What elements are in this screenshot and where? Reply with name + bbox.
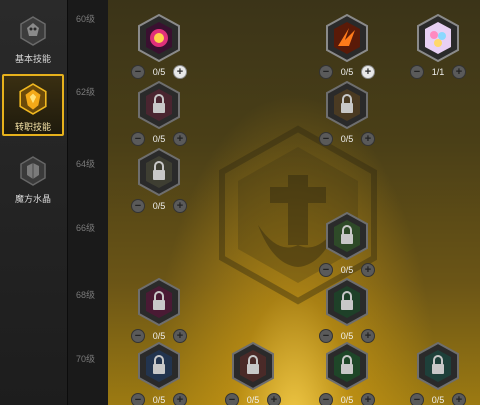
decrease-skill-button[interactable]: − — [319, 263, 333, 277]
skill-node[interactable]: − 0/5 + — [319, 14, 375, 84]
level-column: 60级 62级 64级 66级 68级 70级 — [68, 0, 108, 405]
increase-skill-button[interactable]: + — [172, 199, 187, 213]
skill-node[interactable]: − 0/5 + — [131, 81, 187, 151]
cube-crest-icon — [16, 154, 50, 188]
sidebar-item-label: 魔方水晶 — [14, 194, 51, 204]
increase-skill-button[interactable]: + — [360, 132, 375, 146]
level-label: 66级 — [76, 223, 96, 233]
skill-level-count: 0/5 — [431, 395, 445, 405]
decrease-skill-button[interactable]: − — [319, 132, 333, 146]
decrease-skill-button[interactable]: − — [319, 65, 333, 79]
increase-skill-button[interactable]: + — [451, 393, 466, 405]
level-label: 60级 — [76, 14, 96, 24]
skill-level-count: 0/5 — [152, 134, 166, 144]
skill-level-count: 0/5 — [152, 201, 166, 211]
lock-icon — [417, 342, 459, 390]
increase-skill-button[interactable]: + — [360, 263, 375, 277]
skill-level-count: 0/5 — [340, 395, 354, 405]
lock-icon — [326, 81, 368, 129]
skill-level-count: 1/1 — [431, 67, 445, 77]
sidebar-item-class-skills[interactable]: 转职技能 — [2, 74, 64, 136]
skill-node[interactable]: − 1/1 + — [410, 14, 466, 84]
sidebar-item-cube-crystal[interactable]: 魔方水晶 — [2, 148, 64, 210]
lock-icon — [326, 342, 368, 390]
category-sidebar: 基本技能 转职技能 魔方水晶 — [0, 0, 68, 405]
skill-level-count: 0/5 — [340, 67, 354, 77]
skill-node[interactable]: − 0/5 + — [319, 212, 375, 282]
skill-level-count: 0/5 — [340, 265, 354, 275]
skill-node[interactable]: − 0/5 + — [131, 14, 187, 84]
decrease-skill-button[interactable]: − — [225, 393, 239, 405]
lock-icon — [138, 342, 180, 390]
decrease-skill-button[interactable]: − — [131, 65, 145, 79]
lock-icon — [138, 81, 180, 129]
level-label: 64级 — [76, 159, 96, 169]
decrease-skill-button[interactable]: − — [131, 132, 145, 146]
increase-skill-button[interactable]: + — [360, 329, 375, 343]
decrease-skill-button[interactable]: − — [131, 199, 145, 213]
sidebar-item-label: 基本技能 — [14, 54, 51, 64]
increase-skill-button[interactable]: + — [172, 132, 187, 146]
skill-node[interactable]: − 0/5 + — [131, 342, 187, 405]
decrease-skill-button[interactable]: − — [131, 393, 145, 405]
skill-level-count: 0/5 — [152, 67, 166, 77]
skill-level-count: 0/5 — [152, 331, 166, 341]
increase-skill-button[interactable]: + — [172, 329, 187, 343]
skill-node[interactable]: − 0/5 + — [319, 278, 375, 348]
lock-icon — [138, 148, 180, 196]
lock-icon — [326, 278, 368, 326]
decrease-skill-button[interactable]: − — [319, 329, 333, 343]
decrease-skill-button[interactable]: − — [410, 393, 424, 405]
increase-skill-button[interactable]: + — [172, 393, 187, 405]
lock-icon — [232, 342, 274, 390]
skull-crest-icon — [16, 14, 50, 48]
increase-skill-button[interactable]: + — [360, 393, 375, 405]
skill-level-count: 0/5 — [340, 134, 354, 144]
decrease-skill-button[interactable]: − — [319, 393, 333, 405]
pink-burst-skill-icon — [138, 14, 180, 62]
skill-node[interactable]: − 0/5 + — [225, 342, 281, 405]
skill-level-count: 0/5 — [246, 395, 260, 405]
sidebar-item-label: 转职技能 — [14, 122, 51, 132]
skill-tree-panel: − 0/5 + − 0/5 + − 1/1 + − 0/5 + − 0/5 + … — [108, 0, 480, 405]
skill-node[interactable]: − 0/5 + — [131, 278, 187, 348]
increase-skill-button[interactable]: + — [266, 393, 281, 405]
lock-icon — [138, 278, 180, 326]
skill-node[interactable]: − 0/5 + — [319, 81, 375, 151]
lock-icon — [326, 212, 368, 260]
decrease-skill-button[interactable]: − — [410, 65, 424, 79]
fire-claw-skill-icon — [326, 14, 368, 62]
decrease-skill-button[interactable]: − — [131, 329, 145, 343]
level-label: 68级 — [76, 290, 96, 300]
increase-skill-button[interactable]: + — [172, 65, 187, 79]
rainbow-cube-skill-icon — [417, 14, 459, 62]
skill-node[interactable]: − 0/5 + — [131, 148, 187, 218]
skill-node[interactable]: − 0/5 + — [319, 342, 375, 405]
skill-node[interactable]: − 0/5 + — [410, 342, 466, 405]
skill-level-count: 0/5 — [152, 395, 166, 405]
golden-crest-icon — [16, 82, 50, 116]
increase-skill-button[interactable]: + — [451, 65, 466, 79]
level-label: 62级 — [76, 87, 96, 97]
sidebar-item-basic-skills[interactable]: 基本技能 — [2, 8, 64, 70]
level-label: 70级 — [76, 354, 96, 364]
skill-level-count: 0/5 — [340, 331, 354, 341]
increase-skill-button[interactable]: + — [360, 65, 375, 79]
